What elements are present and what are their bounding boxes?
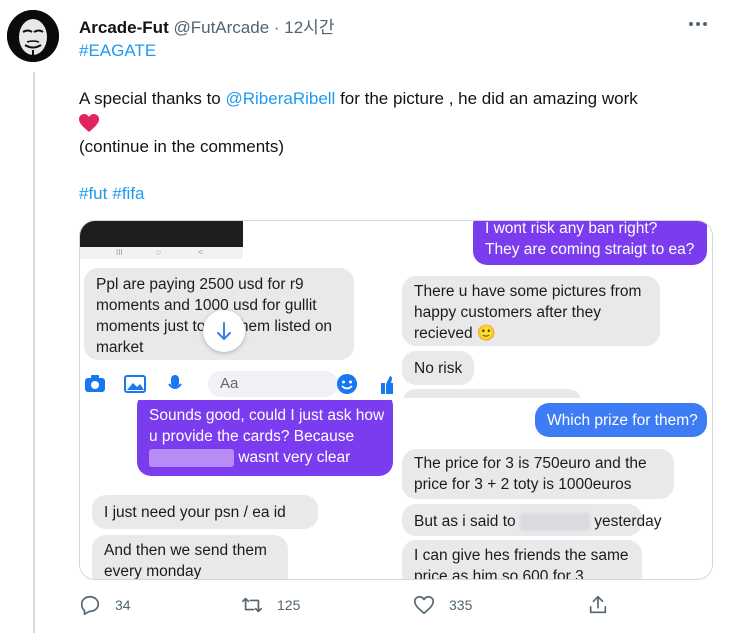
message-line: Sounds good, could I just ask how <box>149 407 385 424</box>
image-2[interactable]: I wont risk any ban right? They are comi… <box>397 221 712 398</box>
share-button[interactable] <box>587 594 623 616</box>
hashtags: #fut #fifa <box>79 184 150 204</box>
image-1[interactable]: III ○ < Ppl are paying 2500 usd for r9 m… <box>80 221 395 398</box>
message-bubble-outgoing: Which prize for them? <box>535 403 707 437</box>
reply-icon <box>80 595 100 615</box>
message-input[interactable]: Aa <box>208 371 338 397</box>
retweet-count: 125 <box>277 597 301 613</box>
hashtag-eagate[interactable]: #EAGATE <box>79 41 156 61</box>
reply-button[interactable]: 34 <box>79 594 131 616</box>
phone-nav-bar <box>80 221 243 247</box>
retweet-icon <box>242 597 262 613</box>
phone-nav-buttons: III ○ < <box>80 247 243 259</box>
image-4[interactable]: Which prize for them? The price for 3 is… <box>397 400 712 579</box>
message-bubble-outgoing: I wont risk any ban right? They are comi… <box>473 221 707 265</box>
redacted-name <box>149 448 234 467</box>
message-bubble: I can give hes friends the same price as… <box>402 540 642 579</box>
message-line: I can give hes friends the same <box>414 547 629 564</box>
image-3[interactable]: Sounds good, could I just ask how u prov… <box>80 400 395 579</box>
hashtag-fut[interactable]: #fut <box>79 184 107 203</box>
like-count: 335 <box>449 597 473 613</box>
scroll-down-icon[interactable] <box>203 310 245 352</box>
message-line: wasnt very clear <box>149 447 381 468</box>
message-text: wasnt very clear <box>238 449 351 466</box>
text-before-mention: A special thanks to <box>79 89 226 108</box>
share-icon <box>589 595 607 614</box>
message-line: I wont risk any ban right? <box>485 221 658 237</box>
thread-line <box>33 72 35 633</box>
message-bubble-outgoing: Sounds good, could I just ask how u prov… <box>137 400 393 476</box>
message-line: Ppl are paying 2500 usd for r9 <box>96 276 304 293</box>
message-text: But as i said to <box>414 513 516 530</box>
message-line: u provide the cards? Because <box>149 428 355 445</box>
message-bubble-cut <box>402 389 582 398</box>
image-icon[interactable] <box>124 375 146 393</box>
message-line: price as him so 600 for 3 <box>414 568 584 579</box>
mention-link[interactable]: @RiberaRibell <box>225 89 335 108</box>
message-line: happy customers after they <box>414 304 601 321</box>
more-icon[interactable] <box>686 16 710 32</box>
redacted-name <box>519 512 590 531</box>
tweet-text-line1: A special thanks to @RiberaRibell for th… <box>79 89 638 109</box>
message-line: recieved 🙂 <box>414 325 497 342</box>
message-bubble: The price for 3 is 750euro and the price… <box>402 449 674 499</box>
separator: · <box>269 18 285 37</box>
message-line: The price for 3 is 750euro and the <box>414 455 647 472</box>
hashtag-fifa[interactable]: #fifa <box>112 184 144 203</box>
message-line: There u have some pictures from <box>414 283 642 300</box>
camera-icon[interactable] <box>84 375 106 393</box>
handle[interactable]: @FutArcade <box>173 18 269 37</box>
like-thumb-icon[interactable] <box>380 373 394 395</box>
text-after-mention: for the picture , he did an amazing work <box>335 89 638 108</box>
emoji-icon[interactable] <box>336 373 358 395</box>
retweet-button[interactable]: 125 <box>241 594 300 616</box>
messenger-input-bar: Aa <box>80 369 395 398</box>
message-line: price for 3 + 2 toty is 1000euros <box>414 476 632 493</box>
display-name[interactable]: Arcade-Fut <box>79 18 169 37</box>
heart-emoji-icon <box>79 114 99 132</box>
avatar-mask-icon <box>7 10 59 62</box>
reply-count: 34 <box>115 597 131 613</box>
message-text: yesterday <box>594 513 662 530</box>
tweet-text-line2: (continue in the comments) <box>79 137 285 156</box>
like-icon <box>414 595 434 615</box>
message-line: And then we send them <box>104 542 267 559</box>
avatar[interactable] <box>7 10 59 62</box>
timestamp[interactable]: 12시간 <box>284 18 334 37</box>
message-line: every monday <box>104 563 202 579</box>
message-bubble: But as i said to yesterday <box>402 504 662 536</box>
message-bubble: And then we send them every monday <box>92 535 288 579</box>
message-line: They are coming straigt to ea? <box>485 241 695 258</box>
message-bubble: There u have some pictures from happy cu… <box>402 276 660 346</box>
media-grid[interactable]: III ○ < Ppl are paying 2500 usd for r9 m… <box>79 220 713 580</box>
mic-icon[interactable] <box>168 374 182 394</box>
message-bubble: I just need your psn / ea id <box>92 495 318 529</box>
message-bubble: No risk <box>402 351 474 385</box>
input-placeholder: Aa <box>220 375 239 392</box>
like-button[interactable]: 335 <box>413 594 472 616</box>
tweet-actions: 34 125 335 <box>79 594 619 618</box>
tweet-header: Arcade-Fut @FutArcade · 12시간 <box>79 13 334 38</box>
